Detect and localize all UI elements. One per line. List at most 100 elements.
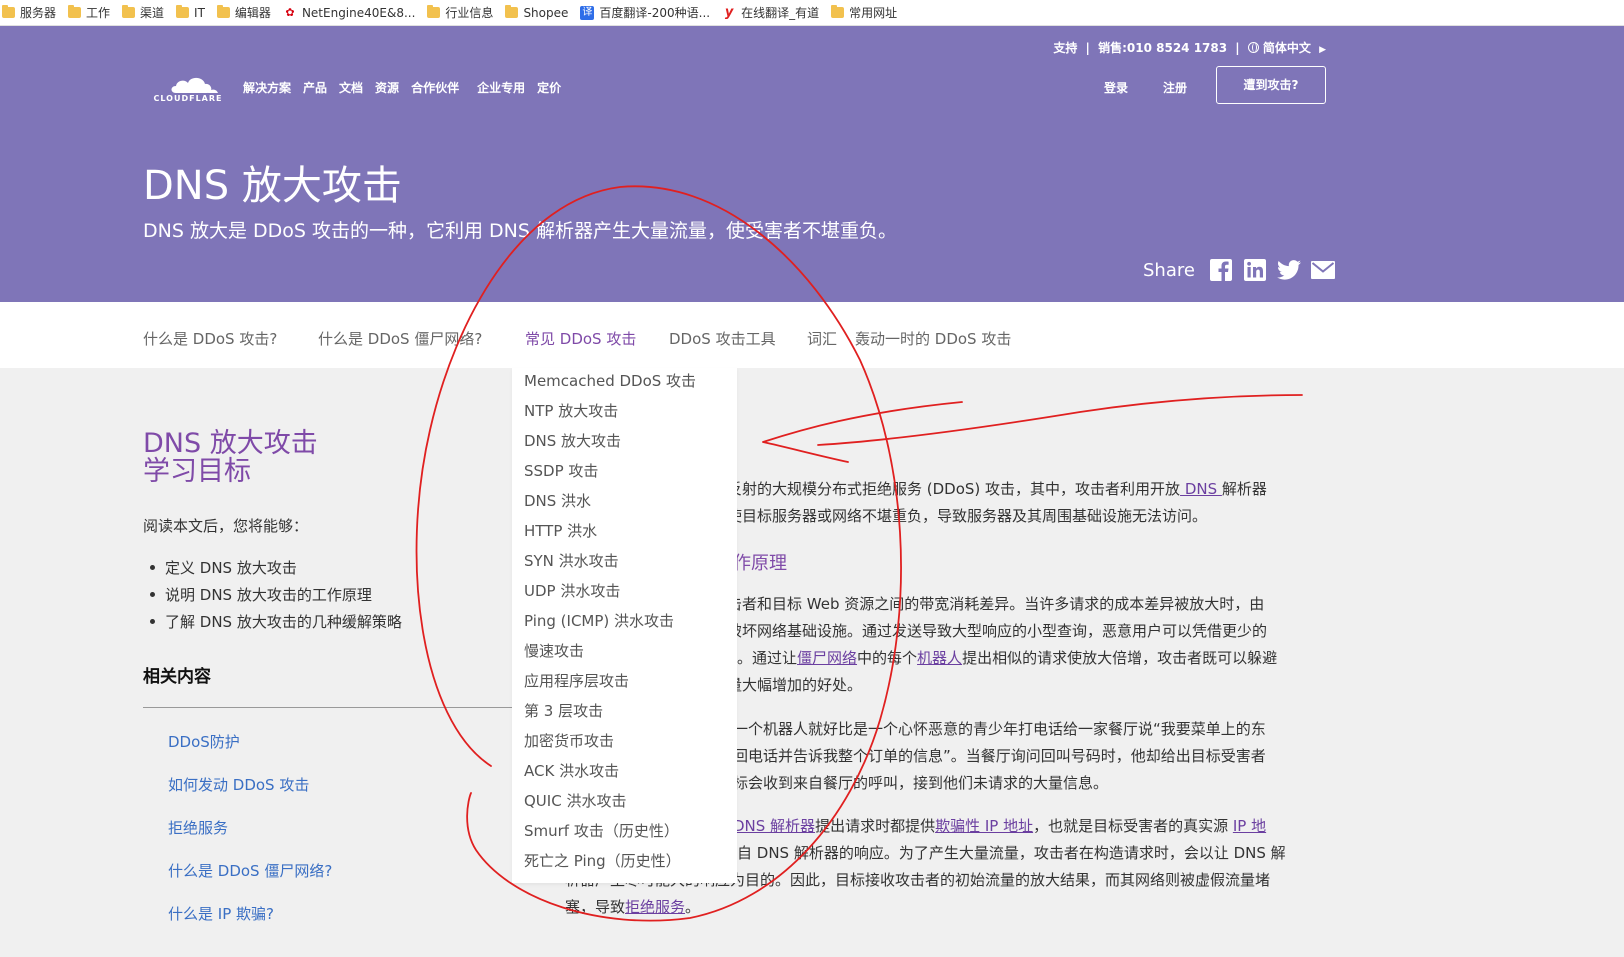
tab-famous-ddos-attacks[interactable]: 轰动一时的 DDoS 攻击 (855, 328, 1011, 349)
article-text: 击者和目标 Web 资源之间的带宽消耗差异。当许多请求的成本差异被放大时，由 (727, 595, 1265, 613)
related-link-ip-spoofing[interactable]: 什么是 IP 欺骗? (168, 903, 274, 924)
annotation-arrow-head (762, 401, 963, 463)
bookmark-common-sites[interactable]: 常用网址 (831, 4, 897, 21)
related-link-denial-of-service[interactable]: 拒绝服务 (168, 817, 228, 838)
bookmark-industry[interactable]: 行业信息 (427, 4, 493, 21)
menu-item-ntp-amplification[interactable]: NTP 放大攻击 (524, 400, 618, 421)
menu-item-memcached[interactable]: Memcached DDoS 攻击 (524, 370, 696, 391)
globe-icon (1247, 42, 1259, 53)
menu-item-udp-flood[interactable]: UDP 洪水攻击 (524, 580, 620, 601)
nav-partners[interactable]: 合作伙伴 (411, 79, 459, 96)
email-icon[interactable] (1310, 258, 1335, 282)
folder-icon (2, 5, 15, 18)
article-text: 自 DNS 解析器的响应。为了产生大量流量，攻击者在构造请求时，会以让 DNS … (737, 844, 1286, 862)
related-link-ddos-botnet[interactable]: 什么是 DDoS 僵尸网络? (168, 860, 332, 881)
bookmark-baidu-translate[interactable]: 译百度翻译-200种语... (580, 4, 710, 21)
under-attack-button[interactable]: 遭到攻击? (1216, 66, 1326, 104)
folder-icon (831, 5, 845, 18)
tab-glossary[interactable]: 词汇 (807, 328, 837, 349)
spoofed-ip-link[interactable]: 欺骗性 IP 地址 (935, 817, 1033, 835)
twitter-icon[interactable] (1276, 258, 1301, 282)
denial-of-service-link[interactable]: 拒绝服务 (625, 898, 685, 916)
chevron-right-icon: ▶ (1319, 45, 1326, 55)
logo-text: CLOUDFLARE (153, 94, 223, 103)
menu-item-quic-flood[interactable]: QUIC 洪水攻击 (524, 790, 626, 811)
ip-address-link[interactable]: IP 地 (1233, 817, 1266, 835)
article-text: 标会收到来自餐厅的呼叫，接到他们未请求的大量信息。 (733, 774, 1109, 792)
menu-item-smurf[interactable]: Smurf 攻击（历史性） (524, 820, 679, 841)
menu-item-ping-flood[interactable]: Ping (ICMP) 洪水攻击 (524, 610, 674, 631)
menu-item-cryptocurrency[interactable]: 加密货币攻击 (524, 730, 614, 751)
cloudflare-logo[interactable]: CLOUDFLARE (150, 73, 226, 103)
objectives-list: 定义 DNS 放大攻击 说明 DNS 放大攻击的工作原理 了解 DNS 放大攻击… (150, 557, 402, 638)
article-text: 塞，导致拒绝服务。 (565, 898, 701, 916)
page-subtitle: DNS 放大是 DDoS 攻击的一种，它利用 DNS 解析器产生大量流量，使受害… (143, 220, 897, 242)
menu-item-ack-flood[interactable]: ACK 洪水攻击 (524, 760, 619, 781)
folder-icon (176, 5, 190, 18)
related-link-ddos-protection[interactable]: DDoS防护 (168, 731, 240, 752)
facebook-icon[interactable] (1209, 258, 1233, 282)
bookmark-work[interactable]: 工作 (68, 4, 110, 21)
folder-icon (216, 5, 230, 18)
tab-what-is-ddos[interactable]: 什么是 DDoS 攻击? (143, 328, 277, 349)
tab-common-ddos-attacks[interactable]: 常见 DDoS 攻击 (525, 328, 636, 349)
dns-resolver-link[interactable]: DNS 解析器 (733, 817, 815, 835)
bookmark-editor[interactable]: 编辑器 (216, 4, 271, 21)
menu-item-layer-3[interactable]: 第 3 层攻击 (524, 700, 603, 721)
dns-link[interactable]: DNS (1180, 480, 1222, 498)
main-nav: 解决方案 产品 文档 资源 合作伙伴 企业专用 定价 (243, 79, 573, 96)
nav-resources[interactable]: 资源 (375, 79, 399, 96)
article-text: 反射的大规模分布式拒绝服务 (DDoS) 攻击，其中，攻击者利用开放 DNS 解… (727, 480, 1267, 498)
menu-item-dns-flood[interactable]: DNS 洪水 (524, 490, 591, 511)
top-links: 支持 | 销售:010 8524 1783 | 简体中文 ▶ (1053, 41, 1326, 55)
nav-docs[interactable]: 文档 (339, 79, 363, 96)
list-item: 说明 DNS 放大攻击的工作原理 (150, 584, 402, 611)
learning-objectives-title: DNS 放大攻击 学习目标 (143, 428, 318, 487)
menu-item-syn-flood[interactable]: SYN 洪水攻击 (524, 550, 619, 571)
related-content-title: 相关内容 (143, 667, 211, 687)
bot-link[interactable]: 机器人 (917, 649, 962, 667)
sales-phone[interactable]: 销售:010 8524 1783 (1098, 41, 1227, 55)
bookmark-shopee[interactable]: Shopee (505, 5, 568, 20)
site-header: 支持 | 销售:010 8524 1783 | 简体中文 ▶ CLOUDFLAR… (0, 26, 1624, 302)
article-heading-how-it-works: 作原理 (733, 553, 787, 574)
common-ddos-attacks-dropdown: Memcached DDoS 攻击 NTP 放大攻击 DNS 放大攻击 SSDP… (512, 368, 737, 883)
related-link-launch-ddos[interactable]: 如何发动 DDoS 攻击 (168, 774, 309, 795)
menu-item-ssdp[interactable]: SSDP 攻击 (524, 460, 598, 481)
nav-pricing[interactable]: 定价 (537, 79, 561, 96)
share-label: Share (1143, 259, 1195, 281)
menu-item-ping-of-death[interactable]: 死亡之 Ping（历史性） (524, 850, 681, 871)
bookmark-servers[interactable]: 服务器 (2, 4, 56, 21)
article-text: 破坏网络基础设施。通过发送导致大型响应的小型查询，恶意用户可以凭借更少的 (727, 622, 1268, 640)
signup-link[interactable]: 注册 (1163, 79, 1187, 96)
nav-solutions[interactable]: 解决方案 (243, 79, 291, 96)
tab-ddos-tools[interactable]: DDoS 攻击工具 (669, 328, 776, 349)
article-text: 一个机器人就好比是一个心怀恶意的青少年打电话给一家餐厅说“我要菜单上的东 (733, 720, 1266, 738)
menu-item-application-layer[interactable]: 应用程序层攻击 (524, 670, 629, 691)
bookmark-netengine[interactable]: ✿ NetEngine40E&8... (283, 6, 415, 20)
login-link[interactable]: 登录 (1104, 79, 1128, 96)
page-title: DNS 放大攻击 (143, 163, 402, 209)
sub-nav: 什么是 DDoS 攻击? 什么是 DDoS 僵尸网络? 常见 DDoS 攻击 D… (0, 302, 1624, 368)
bookmark-youdao[interactable]: y 在线翻译_有道 (722, 4, 819, 21)
cloud-icon (171, 77, 218, 93)
bookmark-channels[interactable]: 渠道 (122, 4, 164, 21)
nav-enterprise[interactable]: 企业专用 (477, 79, 525, 96)
tab-ddos-botnet[interactable]: 什么是 DDoS 僵尸网络? (318, 328, 482, 349)
menu-item-http-flood[interactable]: HTTP 洪水 (524, 520, 597, 541)
share-row: Share (1143, 258, 1345, 282)
language-selector[interactable]: 简体中文 (1263, 41, 1311, 55)
article-text: 使目标服务器或网络不堪重负，导致服务器及其周围基础设施无法访问。 (727, 507, 1208, 525)
nav-products[interactable]: 产品 (303, 79, 327, 96)
linkedin-icon[interactable] (1243, 258, 1267, 282)
menu-item-slowloris[interactable]: 慢速攻击 (524, 640, 584, 661)
botnet-link[interactable]: 僵尸网络 (797, 649, 857, 667)
menu-item-dns-amplification[interactable]: DNS 放大攻击 (524, 430, 621, 451)
folder-icon (505, 5, 519, 18)
article-text: 回电话并告诉我整个订单的信息”。当餐厅询问回叫号码时，他却给出目标受害者 (733, 747, 1266, 765)
support-link[interactable]: 支持 (1053, 41, 1077, 55)
huawei-icon: ✿ (285, 5, 295, 19)
bookmark-it[interactable]: IT (176, 5, 205, 20)
article-text: 。通过让僵尸网络中的每个机器人提出相似的请求使放大倍增，攻击者既可以躲避 (737, 649, 1278, 667)
list-item: 了解 DNS 放大攻击的几种缓解策略 (150, 611, 402, 638)
